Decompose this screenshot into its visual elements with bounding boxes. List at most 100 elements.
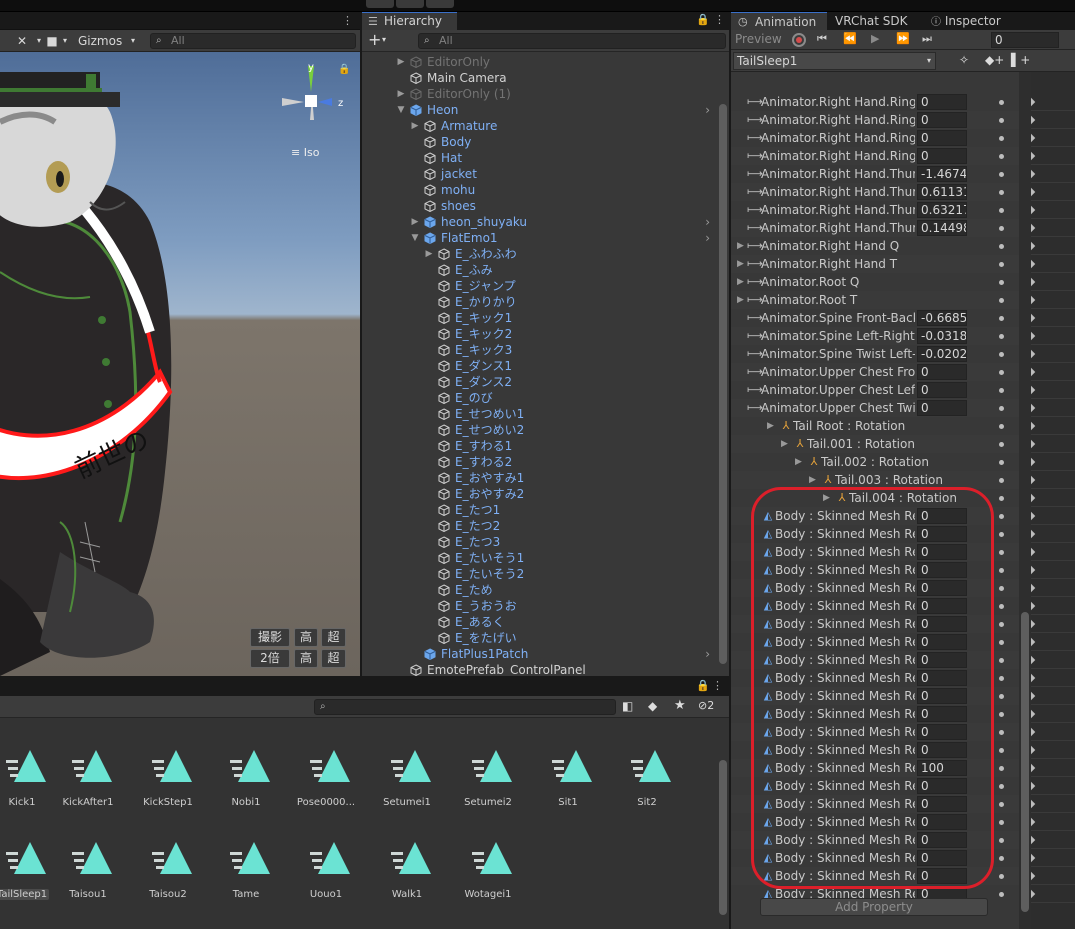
dopesheet-row[interactable] (1031, 489, 1075, 507)
property-options-dot-icon[interactable] (999, 784, 1004, 789)
hierarchy-item[interactable]: E_おやすみ1 (362, 470, 712, 486)
prev-key-icon[interactable]: ⏪ (843, 32, 857, 45)
property-value-field[interactable]: -1.4674 (917, 166, 967, 182)
keyframe-diamond-icon[interactable] (1031, 583, 1036, 593)
dopesheet-row[interactable] (1031, 435, 1075, 453)
dopesheet-row[interactable] (1031, 93, 1075, 111)
hierarchy-item[interactable]: ▼ Heon › (362, 102, 712, 118)
dopesheet-row[interactable] (1031, 237, 1075, 255)
property-options-dot-icon[interactable] (999, 316, 1004, 321)
dopesheet-row[interactable] (1031, 813, 1075, 831)
property-options-dot-icon[interactable] (999, 874, 1004, 879)
keyframe-diamond-icon[interactable] (1031, 421, 1036, 431)
clip-selector[interactable]: TailSleep1 ▾ (733, 52, 936, 70)
animation-property-row[interactable]: ▶ ⅄ Tail.002 : Rotation (731, 453, 1021, 471)
property-options-dot-icon[interactable] (999, 334, 1004, 339)
property-options-dot-icon[interactable] (999, 388, 1004, 393)
hierarchy-item[interactable]: E_おやすみ2 (362, 486, 712, 502)
keyframe-diamond-icon[interactable] (1031, 871, 1036, 881)
property-options-dot-icon[interactable] (999, 892, 1004, 897)
animation-property-row[interactable]: ▶ ⟼ Animator.Right Hand Q (731, 237, 1021, 255)
property-options-dot-icon[interactable] (999, 352, 1004, 357)
dopesheet-row[interactable] (1031, 795, 1075, 813)
open-prefab-arrow-icon[interactable]: › (705, 646, 710, 662)
create-plus-icon[interactable]: + (368, 32, 381, 48)
quality-high-button-2[interactable]: 高 (294, 649, 318, 668)
animation-clip-asset[interactable]: Setumei2 (448, 734, 528, 814)
step-button[interactable] (426, 0, 454, 8)
hierarchy-item[interactable]: E_ジャンプ (362, 278, 712, 294)
hierarchy-item[interactable]: mohu (362, 182, 712, 198)
dopesheet-row[interactable] (1031, 273, 1075, 291)
dopesheet-row[interactable] (1031, 849, 1075, 867)
dopesheet-row[interactable] (1031, 723, 1075, 741)
dopesheet-row[interactable] (1031, 885, 1075, 903)
open-prefab-arrow-icon[interactable]: › (705, 214, 710, 230)
hierarchy-item[interactable]: FlatPlus1Patch › (362, 646, 712, 662)
dopesheet-row[interactable] (1031, 543, 1075, 561)
hierarchy-lock-icon[interactable]: 🔒 (696, 13, 710, 26)
property-options-dot-icon[interactable] (999, 514, 1004, 519)
hierarchy-item[interactable]: shoes (362, 198, 712, 214)
preview-toggle[interactable]: Preview (735, 32, 782, 46)
animation-property-row[interactable]: ⟼ Animator.Right Hand.Thumb 0.61131 (731, 183, 1021, 201)
next-key-icon[interactable]: ⏩ (896, 32, 910, 45)
dopesheet-row[interactable] (1031, 165, 1075, 183)
keyframe-diamond-icon[interactable] (1031, 115, 1036, 125)
hierarchy-item[interactable]: Main Camera (362, 70, 712, 86)
hierarchy-item[interactable]: E_ダンス2 (362, 374, 712, 390)
property-options-dot-icon[interactable] (999, 424, 1004, 429)
keyframe-diamond-icon[interactable] (1031, 619, 1036, 629)
animation-clip-asset[interactable]: Tame (206, 826, 286, 906)
animation-clip-asset[interactable]: Taisou2 (128, 826, 208, 906)
dopesheet-row[interactable] (1031, 777, 1075, 795)
hierarchy-item[interactable]: Hat (362, 150, 712, 166)
keyframe-diamond-icon[interactable] (1031, 709, 1036, 719)
collapsed-arrow-icon[interactable]: ▶ (396, 54, 406, 70)
animation-clip-asset[interactable]: KickAfter1 (48, 734, 128, 814)
keyframe-diamond-icon[interactable] (1031, 511, 1036, 521)
hierarchy-item[interactable]: E_あるく (362, 614, 712, 630)
tab-inspector[interactable]: ⓘ Inspector (927, 12, 1027, 30)
animation-clip-asset[interactable]: Uouo1 (286, 826, 366, 906)
property-options-dot-icon[interactable] (999, 208, 1004, 213)
property-value-field[interactable]: 0 (917, 112, 967, 128)
property-options-dot-icon[interactable] (999, 262, 1004, 267)
hierarchy-item[interactable]: E_たつ2 (362, 518, 712, 534)
property-value-field[interactable]: 0.61131 (917, 184, 967, 200)
dopesheet-row[interactable] (1031, 147, 1075, 165)
dopesheet-row[interactable] (1031, 111, 1075, 129)
animation-clip-asset[interactable]: Sit2 (607, 734, 687, 814)
keyframe-diamond-icon[interactable] (1031, 385, 1036, 395)
keyframe-diamond-icon[interactable] (1031, 655, 1036, 665)
animation-dopesheet[interactable] (1031, 72, 1075, 929)
dopesheet-row[interactable] (1031, 255, 1075, 273)
animation-clip-asset[interactable]: KickStep1 (128, 734, 208, 814)
keyframe-diamond-icon[interactable] (1031, 727, 1036, 737)
animation-property-row[interactable]: ⟼ Animator.Right Hand.Thumb 0.63217 (731, 201, 1021, 219)
gizmos-dropdown-icon[interactable]: ▾ (128, 33, 138, 49)
hierarchy-item[interactable]: jacket (362, 166, 712, 182)
animation-property-row[interactable]: ⟼ Animator.Upper Chest Twis 0 (731, 399, 1021, 417)
dopesheet-row[interactable] (1031, 507, 1075, 525)
property-options-dot-icon[interactable] (999, 658, 1004, 663)
keyframe-diamond-icon[interactable] (1031, 889, 1036, 899)
collapsed-arrow-icon[interactable]: ▶ (737, 291, 744, 309)
keyframe-diamond-icon[interactable] (1031, 277, 1036, 287)
tab-hierarchy[interactable]: ☰ Hierarchy (362, 12, 457, 30)
hierarchy-item[interactable]: E_せつめい1 (362, 406, 712, 422)
keyframe-diamond-icon[interactable] (1031, 781, 1036, 791)
dopesheet-row[interactable] (1031, 471, 1075, 489)
property-options-dot-icon[interactable] (999, 406, 1004, 411)
keyframe-diamond-icon[interactable] (1031, 223, 1036, 233)
property-options-dot-icon[interactable] (999, 586, 1004, 591)
property-value-field[interactable]: -0.0202 (917, 346, 967, 362)
property-options-dot-icon[interactable] (999, 226, 1004, 231)
property-value-field[interactable]: 0 (917, 364, 967, 380)
property-options-dot-icon[interactable] (999, 766, 1004, 771)
keyframe-diamond-icon[interactable] (1031, 475, 1036, 485)
dopesheet-row[interactable] (1031, 381, 1075, 399)
property-options-dot-icon[interactable] (999, 298, 1004, 303)
hierarchy-item[interactable]: E_をたげい (362, 630, 712, 646)
hierarchy-scrollbar[interactable] (719, 104, 727, 664)
